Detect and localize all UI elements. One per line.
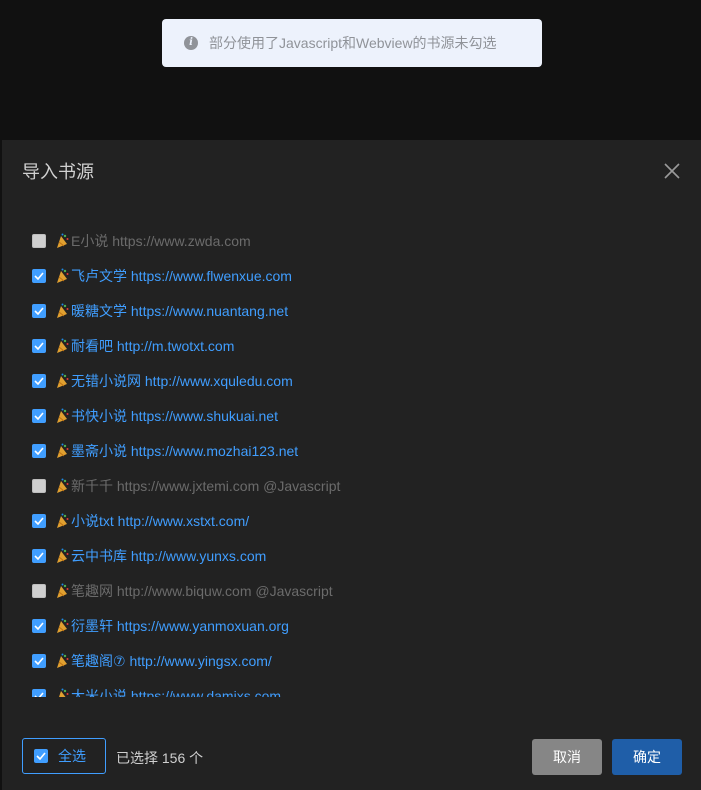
list-item[interactable]: 暖糖文学 https://www.nuantang.net <box>32 300 288 322</box>
party-popper-icon <box>55 303 69 319</box>
source-label: 飞卢文学 https://www.flwenxue.com <box>71 268 292 284</box>
source-checkbox[interactable] <box>32 234 46 248</box>
source-label: 大米小说 https://www.damixs.com <box>71 688 282 697</box>
party-popper-icon <box>55 688 69 697</box>
list-item[interactable]: 云中书库 http://www.yunxs.com <box>32 545 266 567</box>
source-checkbox[interactable] <box>32 269 46 283</box>
source-label: 笔趣阁⑦ http://www.yingsx.com/ <box>71 653 272 669</box>
source-checkbox[interactable] <box>32 374 46 388</box>
list-item[interactable]: 飞卢文学 https://www.flwenxue.com <box>32 265 292 287</box>
selected-count: 已选择 156 个 <box>116 750 204 766</box>
source-label: 无错小说网 http://www.xquledu.com <box>71 373 293 389</box>
party-popper-icon <box>55 338 69 354</box>
list-item[interactable]: 新千千 https://www.jxtemi.com @Javascript <box>32 475 340 497</box>
source-checkbox[interactable] <box>32 654 46 668</box>
dialog-title: 导入书源 <box>22 162 94 182</box>
confirm-button[interactable]: 确定 <box>612 739 682 775</box>
source-checkbox[interactable] <box>32 514 46 528</box>
source-label: 暖糖文学 https://www.nuantang.net <box>71 303 289 319</box>
party-popper-icon <box>55 548 69 564</box>
party-popper-icon <box>55 513 69 529</box>
source-checkbox[interactable] <box>32 409 46 423</box>
list-item[interactable]: 笔趣网 http://www.biquw.com @Javascript <box>32 580 333 602</box>
source-checkbox[interactable] <box>32 584 46 598</box>
party-popper-icon <box>55 653 69 669</box>
party-popper-icon <box>55 373 69 389</box>
source-label: 耐看吧 http://m.twotxt.com <box>71 338 235 354</box>
cancel-button[interactable]: 取消 <box>532 739 602 775</box>
source-label: 衍墨轩 https://www.yanmoxuan.org <box>71 618 289 634</box>
list-item[interactable]: 笔趣阁⑦ http://www.yingsx.com/ <box>32 650 272 672</box>
info-toast: i 部分使用了Javascript和Webview的书源未勾选 <box>162 19 542 67</box>
source-label: 墨斋小说 https://www.mozhai123.net <box>71 443 299 459</box>
party-popper-icon <box>55 268 69 284</box>
source-checkbox[interactable] <box>32 479 46 493</box>
party-popper-icon <box>55 408 69 424</box>
source-label: 笔趣网 http://www.biquw.com @Javascript <box>71 583 333 599</box>
source-checkbox[interactable] <box>32 619 46 633</box>
party-popper-icon <box>55 443 69 459</box>
source-checkbox[interactable] <box>32 689 46 697</box>
party-popper-icon <box>55 478 69 494</box>
toast-message: 部分使用了Javascript和Webview的书源未勾选 <box>209 35 497 51</box>
list-item[interactable]: 衍墨轩 https://www.yanmoxuan.org <box>32 615 289 637</box>
list-item[interactable]: 无错小说网 http://www.xquledu.com <box>32 370 293 392</box>
list-item[interactable]: 耐看吧 http://m.twotxt.com <box>32 335 234 357</box>
select-all-check-icon <box>34 749 48 763</box>
source-label: 书快小说 https://www.shukuai.net <box>71 408 278 424</box>
source-label: E小说 https://www.zwda.com <box>71 233 251 249</box>
list-item[interactable]: 墨斋小说 https://www.mozhai123.net <box>32 440 298 462</box>
select-all-checkbox[interactable]: 全选 <box>22 738 106 774</box>
list-item[interactable]: E小说 https://www.zwda.com <box>32 230 251 252</box>
import-source-dialog: 导入书源 E小说 https://www.zwda.com 飞卢文学 https:… <box>2 140 701 790</box>
list-item[interactable]: 书快小说 https://www.shukuai.net <box>32 405 278 427</box>
source-label: 小说txt http://www.xstxt.com/ <box>71 513 250 529</box>
source-checkbox[interactable] <box>32 339 46 353</box>
page: i 部分使用了Javascript和Webview的书源未勾选 导入书源 E小说… <box>0 0 701 790</box>
source-checkbox[interactable] <box>32 549 46 563</box>
party-popper-icon <box>55 618 69 634</box>
source-label: 云中书库 http://www.yunxs.com <box>71 548 267 564</box>
select-all-label: 全选 <box>58 748 86 764</box>
info-icon: i <box>184 36 198 50</box>
list-item[interactable]: 大米小说 https://www.damixs.com <box>32 685 281 697</box>
source-list[interactable]: E小说 https://www.zwda.com 飞卢文学 https://www… <box>2 223 701 697</box>
party-popper-icon <box>55 583 69 599</box>
source-checkbox[interactable] <box>32 444 46 458</box>
source-checkbox[interactable] <box>32 304 46 318</box>
close-icon[interactable] <box>663 162 681 180</box>
list-item[interactable]: 小说txt http://www.xstxt.com/ <box>32 510 249 532</box>
party-popper-icon <box>55 233 69 249</box>
source-label: 新千千 https://www.jxtemi.com @Javascript <box>71 478 341 494</box>
